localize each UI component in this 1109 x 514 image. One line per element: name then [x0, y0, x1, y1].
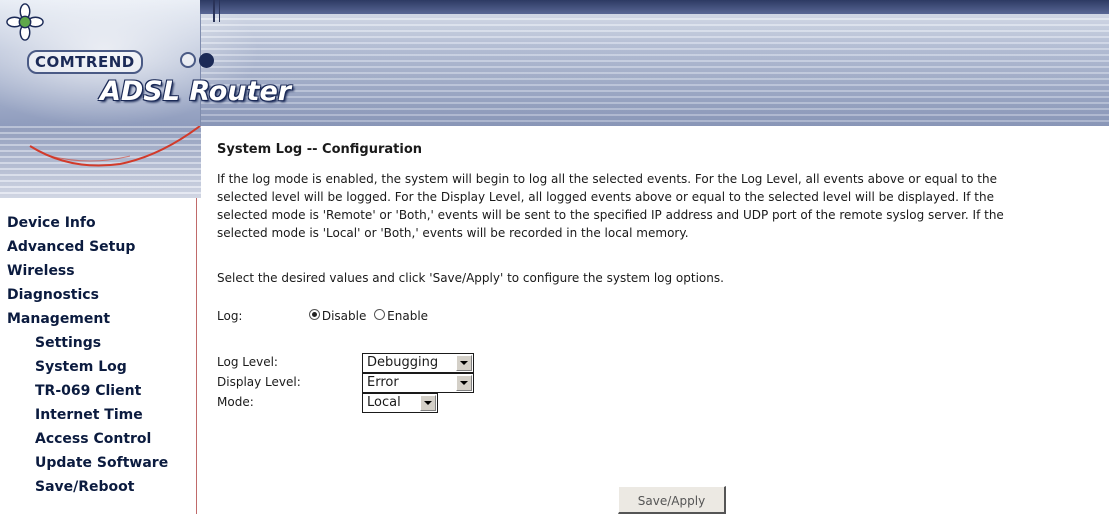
- log-enable-label: Enable: [387, 309, 429, 323]
- log-level-select[interactable]: Debugging: [362, 353, 474, 373]
- log-level-value: Debugging: [367, 355, 439, 370]
- display-level-row: Display Level: Error: [217, 373, 517, 393]
- swoosh-graphic: [29, 126, 201, 167]
- save-apply-button[interactable]: Save/Apply: [618, 486, 726, 514]
- chevron-down-icon: [456, 375, 472, 391]
- brand-dot-outline: [180, 52, 196, 68]
- display-level-label: Display Level:: [217, 375, 301, 389]
- banner-stripes: [200, 0, 1109, 126]
- brand-logo: COMTREND: [27, 50, 143, 74]
- sidebar-nav: Device Info Advanced Setup Wireless Diag…: [0, 198, 197, 514]
- logo-flower-icon: [6, 3, 44, 41]
- product-name: ADSL Router: [100, 76, 292, 107]
- chevron-down-icon: [456, 355, 472, 371]
- sidebar-item-device-info[interactable]: Device Info: [0, 211, 196, 235]
- sidebar-item-wireless[interactable]: Wireless: [0, 259, 196, 283]
- sidebar-subitem-internet-time[interactable]: Internet Time: [0, 403, 196, 427]
- left-decoration: [0, 126, 201, 198]
- log-mode-row: Log: Disable Enable: [217, 309, 432, 323]
- mode-row: Mode: Local: [217, 393, 517, 413]
- log-level-label: Log Level:: [217, 355, 278, 369]
- description-line: If the log mode is enabled, the system w…: [217, 172, 997, 186]
- description-line: selected level will be logged. For the D…: [217, 190, 994, 204]
- sidebar-subitem-system-log[interactable]: System Log: [0, 355, 196, 379]
- log-level-row: Log Level: Debugging: [217, 353, 517, 373]
- mode-select[interactable]: Local: [362, 393, 438, 413]
- mode-value: Local: [367, 395, 401, 410]
- mode-label: Mode:: [217, 395, 254, 409]
- banner-divider: [213, 0, 215, 22]
- sidebar-item-advanced-setup[interactable]: Advanced Setup: [0, 235, 196, 259]
- instruction-text: Select the desired values and click 'Sav…: [217, 271, 724, 285]
- display-level-select[interactable]: Error: [362, 373, 474, 393]
- description-line: selected mode is 'Local' or 'Both,' even…: [217, 226, 689, 240]
- sidebar-item-management[interactable]: Management: [0, 307, 196, 331]
- log-disable-radio[interactable]: [308, 309, 320, 320]
- description-line: selected mode is 'Remote' or 'Both,' eve…: [217, 208, 1004, 222]
- header-banner: COMTREND ADSL Router: [0, 0, 1109, 126]
- sidebar-subitem-access-control[interactable]: Access Control: [0, 427, 196, 451]
- description: If the log mode is enabled, the system w…: [217, 170, 1107, 242]
- log-disable-label: Disable: [321, 309, 367, 323]
- page-title: System Log -- Configuration: [217, 142, 423, 157]
- sidebar-subitem-settings[interactable]: Settings: [0, 331, 196, 355]
- brand-dots: [180, 52, 217, 72]
- sidebar-item-diagnostics[interactable]: Diagnostics: [0, 283, 196, 307]
- chevron-down-icon: [420, 395, 436, 411]
- sidebar-subitem-save-reboot[interactable]: Save/Reboot: [0, 475, 196, 499]
- main-content: System Log -- Configuration If the log m…: [217, 130, 1107, 514]
- log-label: Log:: [217, 309, 243, 323]
- sidebar-subitem-update-software[interactable]: Update Software: [0, 451, 196, 475]
- brand-dot-filled: [199, 53, 214, 68]
- banner-top-bar: [200, 0, 1109, 14]
- log-enable-radio[interactable]: [374, 309, 386, 320]
- sidebar-subitem-tr069-client[interactable]: TR-069 Client: [0, 379, 196, 403]
- banner-divider-thin: [219, 0, 220, 22]
- display-level-value: Error: [367, 375, 399, 390]
